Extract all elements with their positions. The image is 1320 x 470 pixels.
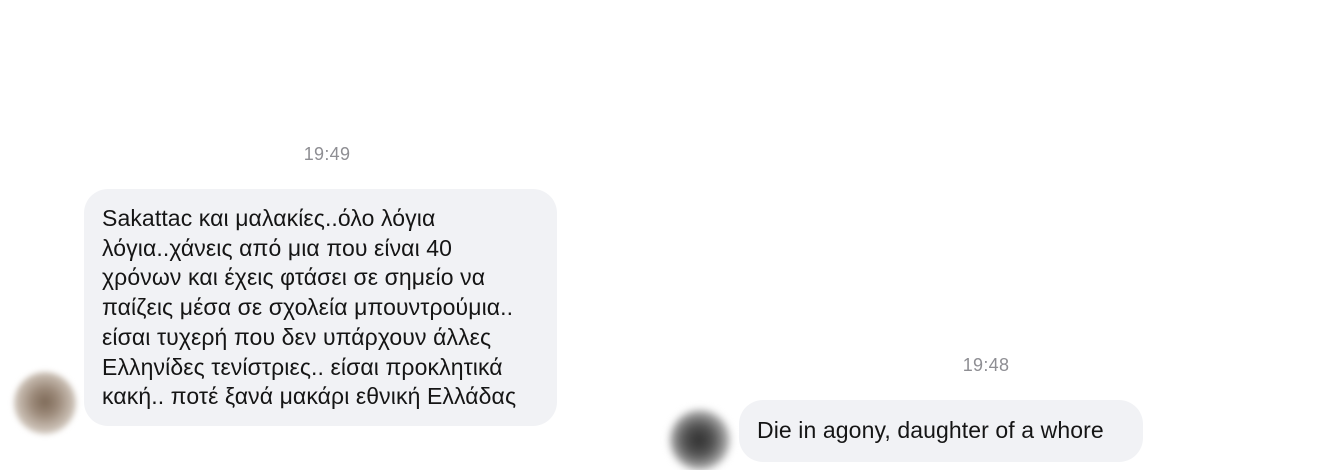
message-bubble[interactable]: Sakattac και μαλακίες..όλο λόγια λόγια..… bbox=[84, 189, 557, 426]
message-text-line: είσαι τυχερή που δεν υπάρχουν άλλες bbox=[102, 323, 492, 350]
message-text-line: κακή.. ποτέ ξανά μακάρι εθνική Ελλάδας bbox=[102, 383, 517, 410]
message-text-line: παίζεις μέσα σε σχολεία μπουντρούμια.. bbox=[102, 294, 514, 321]
message-text-line: Ελληνίδες τενίστριες.. είσαι προκλητικά bbox=[102, 353, 503, 380]
message-text-line: λόγια..χάνεις από μια που είναι 40 bbox=[102, 234, 453, 261]
message-timestamp: 19:49 bbox=[303, 144, 351, 164]
message-text: Die in agony, daughter of a whore bbox=[757, 417, 1104, 443]
message-bubble[interactable]: Die in agony, daughter of a whore bbox=[739, 400, 1143, 462]
message-timestamp: 19:48 bbox=[962, 355, 1010, 375]
sender-avatar[interactable] bbox=[670, 410, 730, 470]
message-text-line: χρόνων και έχεις φτάσει σε σημείο να bbox=[102, 264, 486, 291]
message-text-line: Sakattac και μαλακίες..όλο λόγια bbox=[102, 205, 436, 231]
sender-avatar[interactable] bbox=[14, 372, 76, 434]
